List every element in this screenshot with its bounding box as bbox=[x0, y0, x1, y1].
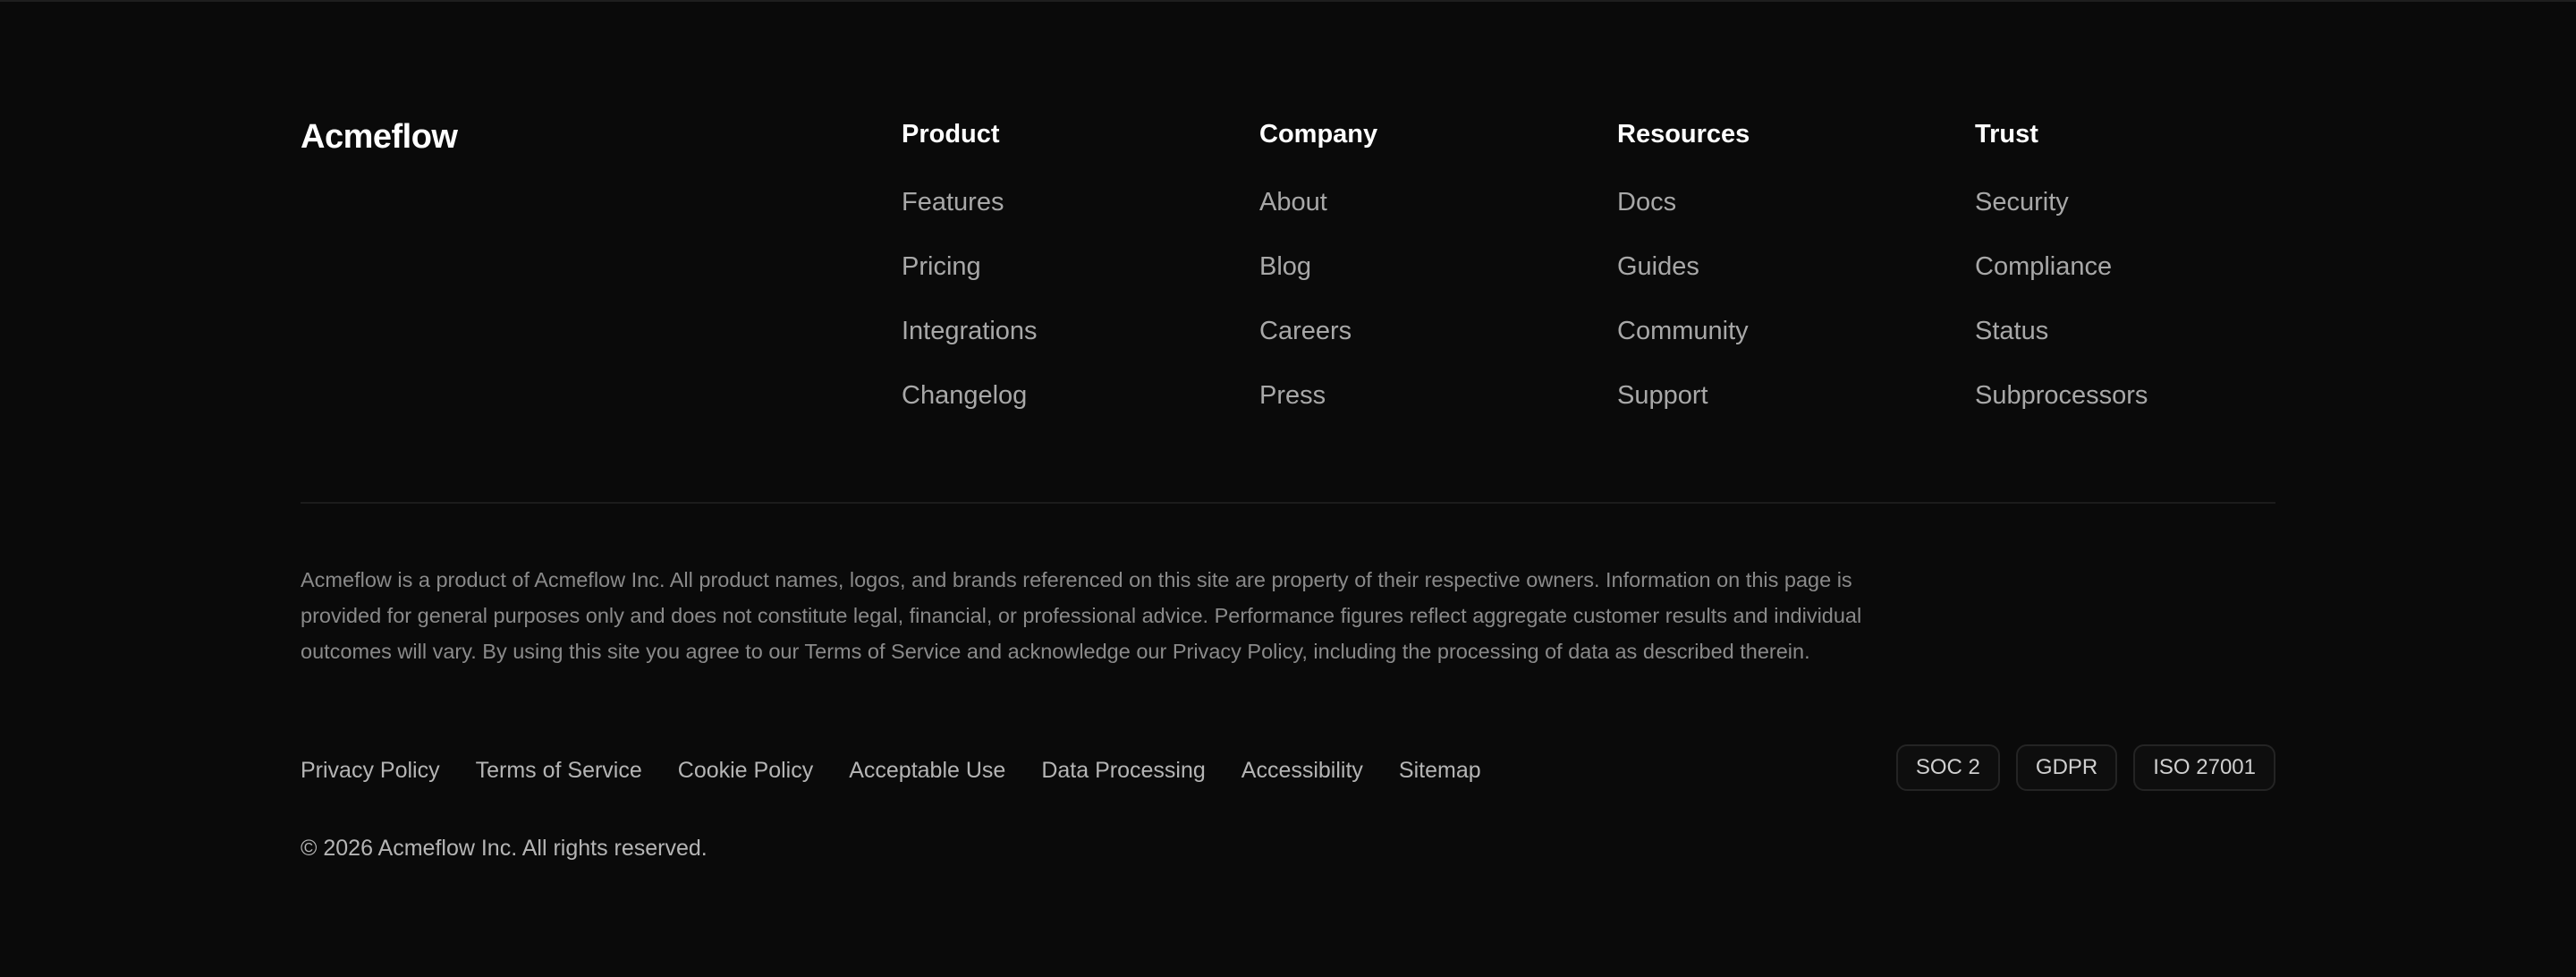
footer-link-press[interactable]: Press bbox=[1259, 379, 1326, 412]
compliance-badges: SOC 2 GDPR ISO 27001 bbox=[1895, 744, 2275, 791]
footer-link-features[interactable]: Features bbox=[902, 186, 1004, 218]
column-title: Trust bbox=[1975, 120, 2038, 149]
footer-link-docs[interactable]: Docs bbox=[1617, 186, 1676, 218]
footer-column-trust: Trust Security Compliance Status Subproc… bbox=[1975, 118, 2148, 444]
column-title: Company bbox=[1259, 120, 1378, 149]
column-links: Docs Guides Community Support bbox=[1617, 186, 1750, 444]
column-links: Security Compliance Status Subprocessors bbox=[1975, 186, 2148, 444]
legal-link-acceptable-use[interactable]: Acceptable Use bbox=[849, 754, 1005, 786]
footer-link-security[interactable]: Security bbox=[1975, 186, 2069, 218]
site-footer: Acmeflow Product Features Pricing Integr… bbox=[301, 0, 2275, 977]
footer-link-support[interactable]: Support bbox=[1617, 379, 1708, 412]
badge-gdpr: GDPR bbox=[2015, 744, 2118, 791]
footer-link-careers[interactable]: Careers bbox=[1259, 315, 1352, 347]
footer-link-compliance[interactable]: Compliance bbox=[1975, 251, 2112, 283]
footer-brand-logo[interactable]: Acmeflow bbox=[301, 118, 458, 157]
footer-link-changelog[interactable]: Changelog bbox=[902, 379, 1027, 412]
footer-column-resources: Resources Docs Guides Community Support bbox=[1617, 118, 1750, 444]
column-title: Product bbox=[902, 120, 1000, 149]
footer-link-pricing[interactable]: Pricing bbox=[902, 251, 981, 283]
legal-disclaimer: Acmeflow is a product of Acmeflow Inc. A… bbox=[301, 568, 1862, 663]
footer-link-subprocessors[interactable]: Subprocessors bbox=[1975, 379, 2148, 412]
badge-iso27001: ISO 27001 bbox=[2133, 744, 2275, 791]
legal-link-accessibility[interactable]: Accessibility bbox=[1241, 754, 1363, 786]
footer-link-status[interactable]: Status bbox=[1975, 315, 2048, 347]
legal-link-data-processing[interactable]: Data Processing bbox=[1041, 754, 1205, 786]
copyright-notice: © 2026 Acmeflow Inc. All rights reserved… bbox=[301, 836, 708, 861]
footer-link-blog[interactable]: Blog bbox=[1259, 251, 1311, 283]
legal-link-cookie-policy[interactable]: Cookie Policy bbox=[678, 754, 813, 786]
column-links: About Blog Careers Press bbox=[1259, 186, 1377, 444]
footer-column-company: Company About Blog Careers Press bbox=[1259, 118, 1377, 444]
column-title: Resources bbox=[1617, 120, 1750, 149]
footer-column-product: Product Features Pricing Integrations Ch… bbox=[902, 118, 1038, 444]
legal-link-sitemap[interactable]: Sitemap bbox=[1399, 754, 1481, 786]
badge-soc2: SOC 2 bbox=[1895, 744, 2000, 791]
legal-link-privacy-policy[interactable]: Privacy Policy bbox=[301, 754, 440, 786]
legal-link-terms-of-service[interactable]: Terms of Service bbox=[476, 754, 642, 786]
footer-link-about[interactable]: About bbox=[1259, 186, 1327, 218]
column-links: Features Pricing Integrations Changelog bbox=[902, 186, 1038, 444]
legal-links-nav: Privacy Policy Terms of Service Cookie P… bbox=[301, 754, 1481, 786]
footer-divider bbox=[301, 502, 2275, 504]
footer-link-community[interactable]: Community bbox=[1617, 315, 1749, 347]
footer-link-guides[interactable]: Guides bbox=[1617, 251, 1699, 283]
footer-link-integrations[interactable]: Integrations bbox=[902, 315, 1038, 347]
